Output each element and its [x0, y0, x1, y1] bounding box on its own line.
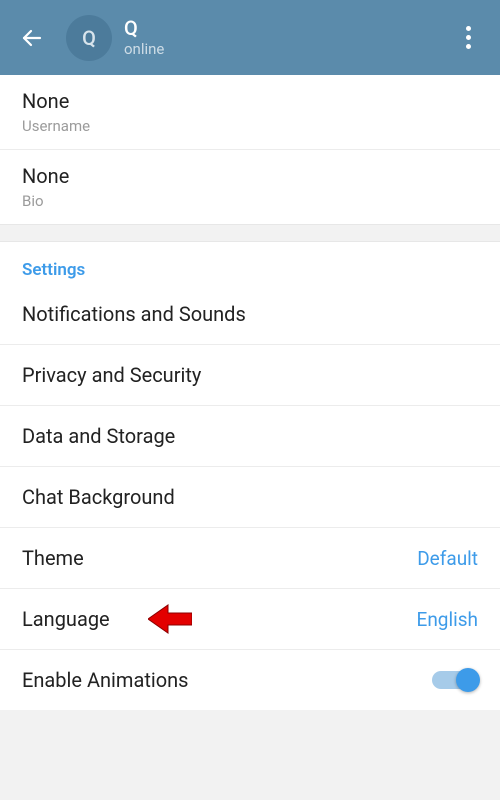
setting-label: Notifications and Sounds — [22, 302, 246, 326]
setting-label: Chat Background — [22, 485, 175, 509]
chat-background-row[interactable]: Chat Background — [0, 467, 500, 528]
more-button[interactable] — [448, 18, 488, 58]
red-arrow-icon — [148, 603, 192, 635]
setting-label: Theme — [22, 546, 84, 570]
animations-toggle[interactable] — [432, 671, 478, 689]
settings-header: Settings — [0, 242, 500, 284]
theme-row[interactable]: Theme Default — [0, 528, 500, 589]
enable-animations-row[interactable]: Enable Animations — [0, 650, 500, 710]
bio-label: Bio — [22, 192, 478, 210]
name-block: Q online — [124, 17, 448, 58]
theme-value: Default — [417, 547, 478, 570]
data-storage-row[interactable]: Data and Storage — [0, 406, 500, 467]
more-icon — [466, 26, 471, 49]
back-arrow-icon — [20, 26, 44, 50]
settings-section: Settings Notifications and Sounds Privac… — [0, 242, 500, 710]
username-value: None — [22, 89, 478, 113]
privacy-security-row[interactable]: Privacy and Security — [0, 345, 500, 406]
username-label: Username — [22, 117, 478, 135]
setting-label: Language — [22, 607, 110, 631]
profile-name: Q — [124, 17, 448, 39]
username-row[interactable]: None Username — [0, 75, 500, 150]
section-divider — [0, 224, 500, 242]
setting-label: Privacy and Security — [22, 363, 201, 387]
profile-status: online — [124, 40, 448, 58]
notifications-sounds-row[interactable]: Notifications and Sounds — [0, 284, 500, 345]
profile-header: Q Q online — [0, 0, 500, 75]
back-button[interactable] — [12, 18, 52, 58]
language-row[interactable]: Language English — [0, 589, 500, 650]
setting-label: Enable Animations — [22, 668, 189, 692]
toggle-knob — [456, 668, 480, 692]
avatar-letter: Q — [82, 26, 96, 50]
avatar[interactable]: Q — [66, 15, 112, 61]
bio-row[interactable]: None Bio — [0, 150, 500, 224]
profile-section: None Username None Bio — [0, 75, 500, 224]
setting-label: Data and Storage — [22, 424, 175, 448]
bio-value: None — [22, 164, 478, 188]
language-value: English — [417, 608, 478, 631]
